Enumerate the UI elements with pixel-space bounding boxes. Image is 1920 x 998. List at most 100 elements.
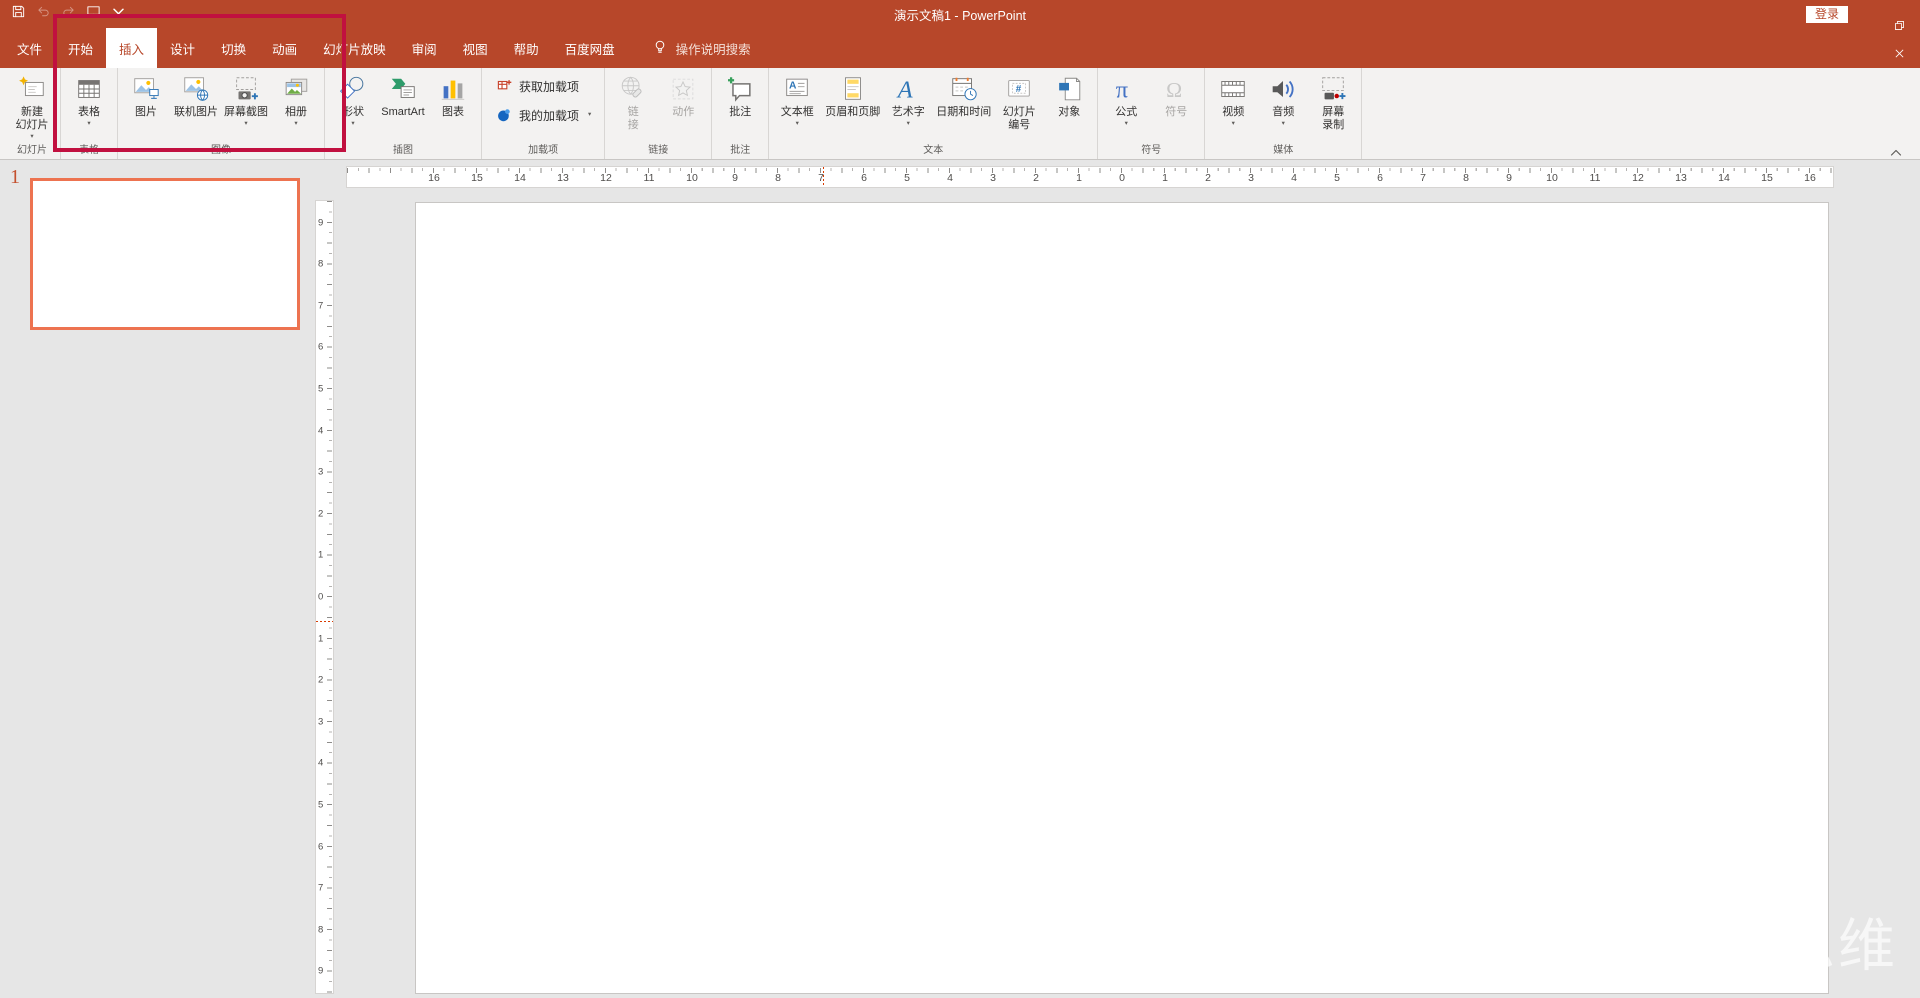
dropdown-caret-icon: ▾ xyxy=(30,133,33,141)
slide-thumbnail[interactable] xyxy=(30,178,300,330)
h-ruler-number: 7 xyxy=(818,172,824,184)
photo-album-button[interactable]: 相册▾ xyxy=(271,71,321,128)
video-button[interactable]: 视频▾ xyxy=(1208,71,1258,128)
group-label-text: 文本 xyxy=(772,143,1094,159)
collapse-ribbon-button[interactable] xyxy=(1890,144,1906,156)
ribbon-group-comments: 批注 批注 xyxy=(712,68,769,159)
screen-record-button[interactable]: 屏幕录制 xyxy=(1308,71,1358,141)
button-label: 对象 xyxy=(1058,106,1080,119)
caret-spacer xyxy=(402,120,404,128)
button-label: 屏幕 xyxy=(1322,106,1344,119)
close-icon xyxy=(1893,47,1906,65)
caret-spacer xyxy=(632,133,634,141)
h-ruler-number: 15 xyxy=(471,172,483,184)
group-label-illustrations: 插图 xyxy=(328,143,478,159)
caret-spacer xyxy=(1332,133,1334,141)
restore-button[interactable] xyxy=(1878,14,1920,42)
online-picture-button[interactable]: 联机图片 xyxy=(171,71,221,128)
slide-number-button[interactable]: #幻灯片编号 xyxy=(994,71,1044,141)
chevron-down-icon xyxy=(111,4,126,24)
button-label: 幻灯片 xyxy=(16,119,49,132)
tell-me-search[interactable]: 操作说明搜索 xyxy=(652,28,751,68)
v-ruler-number: 1 xyxy=(318,633,323,644)
minimize-icon xyxy=(1893,0,1906,9)
chart-button[interactable]: 图表 xyxy=(428,71,478,128)
h-ruler-number: 2 xyxy=(1205,172,1211,184)
smartart-icon xyxy=(388,74,418,104)
tab-help[interactable]: 帮助 xyxy=(501,28,552,68)
tab-transitions[interactable]: 切换 xyxy=(208,28,259,68)
window-controls: 登录 xyxy=(1806,0,1920,28)
equation-button[interactable]: π公式▾ xyxy=(1101,71,1151,128)
button-label: 页眉和页脚 xyxy=(825,106,880,119)
h-ruler-number: 1 xyxy=(1162,172,1168,184)
tab-home[interactable]: 开始 xyxy=(55,28,106,68)
equation-icon: π xyxy=(1111,74,1141,104)
tab-review[interactable]: 审阅 xyxy=(399,28,450,68)
svg-text:Ω: Ω xyxy=(1166,78,1182,102)
button-label: 录制 xyxy=(1322,119,1344,132)
h-ruler-number: 0 xyxy=(1119,172,1125,184)
h-ruler-number: 14 xyxy=(1718,172,1730,184)
h-ruler-number: 7 xyxy=(1420,172,1426,184)
button-label: 幻灯片 xyxy=(1003,106,1036,119)
tab-slideshow[interactable]: 幻灯片放映 xyxy=(310,28,399,68)
dropdown-caret-icon: ▾ xyxy=(1125,120,1128,128)
close-button[interactable] xyxy=(1878,42,1920,70)
h-ruler-number: 5 xyxy=(1334,172,1340,184)
ribbon-group-media: 视频▾音频▾屏幕录制 媒体 xyxy=(1205,68,1362,159)
textbox-button[interactable]: A文本框▾ xyxy=(772,71,822,128)
h-ruler-number: 4 xyxy=(1291,172,1297,184)
object-button[interactable]: 对象 xyxy=(1044,71,1094,128)
button-label: 屏幕截图 xyxy=(224,106,268,119)
tab-view[interactable]: 视图 xyxy=(450,28,501,68)
dropdown-caret-icon: ▾ xyxy=(907,120,910,128)
ribbon-group-tables: 表格▾ 表格 xyxy=(61,68,118,159)
group-label-tables: 表格 xyxy=(64,143,114,159)
smartart-button[interactable]: SmartArt xyxy=(378,71,428,128)
button-label: 动作 xyxy=(672,106,694,119)
login-button[interactable]: 登录 xyxy=(1806,6,1848,23)
wordart-button[interactable]: A艺术字▾ xyxy=(883,71,933,128)
datetime-button[interactable]: 日期和时间 xyxy=(933,71,994,128)
v-ruler-number: 7 xyxy=(318,300,323,311)
group-label-links: 链接 xyxy=(608,143,708,159)
svg-text:π: π xyxy=(1116,76,1128,103)
svg-text:A: A xyxy=(896,76,913,103)
h-ruler-number: 1 xyxy=(1076,172,1082,184)
screenshot-icon xyxy=(231,74,261,104)
shapes-button[interactable]: 形状▾ xyxy=(328,71,378,128)
v-ruler-number: 2 xyxy=(318,508,323,519)
my-addins-button[interactable]: 我的加载项▾ xyxy=(495,106,591,124)
audio-button[interactable]: 音频▾ xyxy=(1258,71,1308,128)
get-addins-button[interactable]: 获取加载项 xyxy=(495,77,591,95)
button-label: 图片 xyxy=(135,106,157,119)
tab-design[interactable]: 设计 xyxy=(157,28,208,68)
button-label: 符号 xyxy=(1165,106,1187,119)
tab-file[interactable]: 文件 xyxy=(4,28,55,68)
ribbon-group-addins: 获取加载项我的加载项▾加载项 xyxy=(482,68,605,159)
new-slide-button[interactable]: 新建幻灯片▾ xyxy=(7,71,57,141)
action-button: 动作 xyxy=(658,71,708,128)
group-label-comments: 批注 xyxy=(715,143,765,159)
minimize-button[interactable] xyxy=(1878,0,1920,14)
h-ruler-number: 15 xyxy=(1761,172,1773,184)
tab-insert[interactable]: 插入 xyxy=(106,28,157,68)
ribbon-tabs: 文件开始插入设计切换动画幻灯片放映审阅视图帮助百度网盘 xyxy=(0,28,628,68)
slide-editing-canvas[interactable] xyxy=(415,202,1829,994)
online-picture-icon xyxy=(181,74,211,104)
table-button[interactable]: 表格▾ xyxy=(64,71,114,128)
group-label-images: 图像 xyxy=(121,143,321,159)
comment-button[interactable]: 批注 xyxy=(715,71,765,128)
dropdown-caret-icon: ▾ xyxy=(1282,120,1285,128)
comment-icon xyxy=(725,74,755,104)
save-button[interactable] xyxy=(10,6,26,22)
tab-baidu-netdisk[interactable]: 百度网盘 xyxy=(552,28,628,68)
customize-qat-button[interactable] xyxy=(110,6,126,22)
screenshot-button[interactable]: 屏幕截图▾ xyxy=(221,71,271,128)
picture-button[interactable]: 图片 xyxy=(121,71,171,128)
button-label: 视频 xyxy=(1222,106,1244,119)
start-presentation-button[interactable] xyxy=(85,6,101,22)
tab-animations[interactable]: 动画 xyxy=(259,28,310,68)
header-footer-button[interactable]: 页眉和页脚 xyxy=(822,71,883,128)
